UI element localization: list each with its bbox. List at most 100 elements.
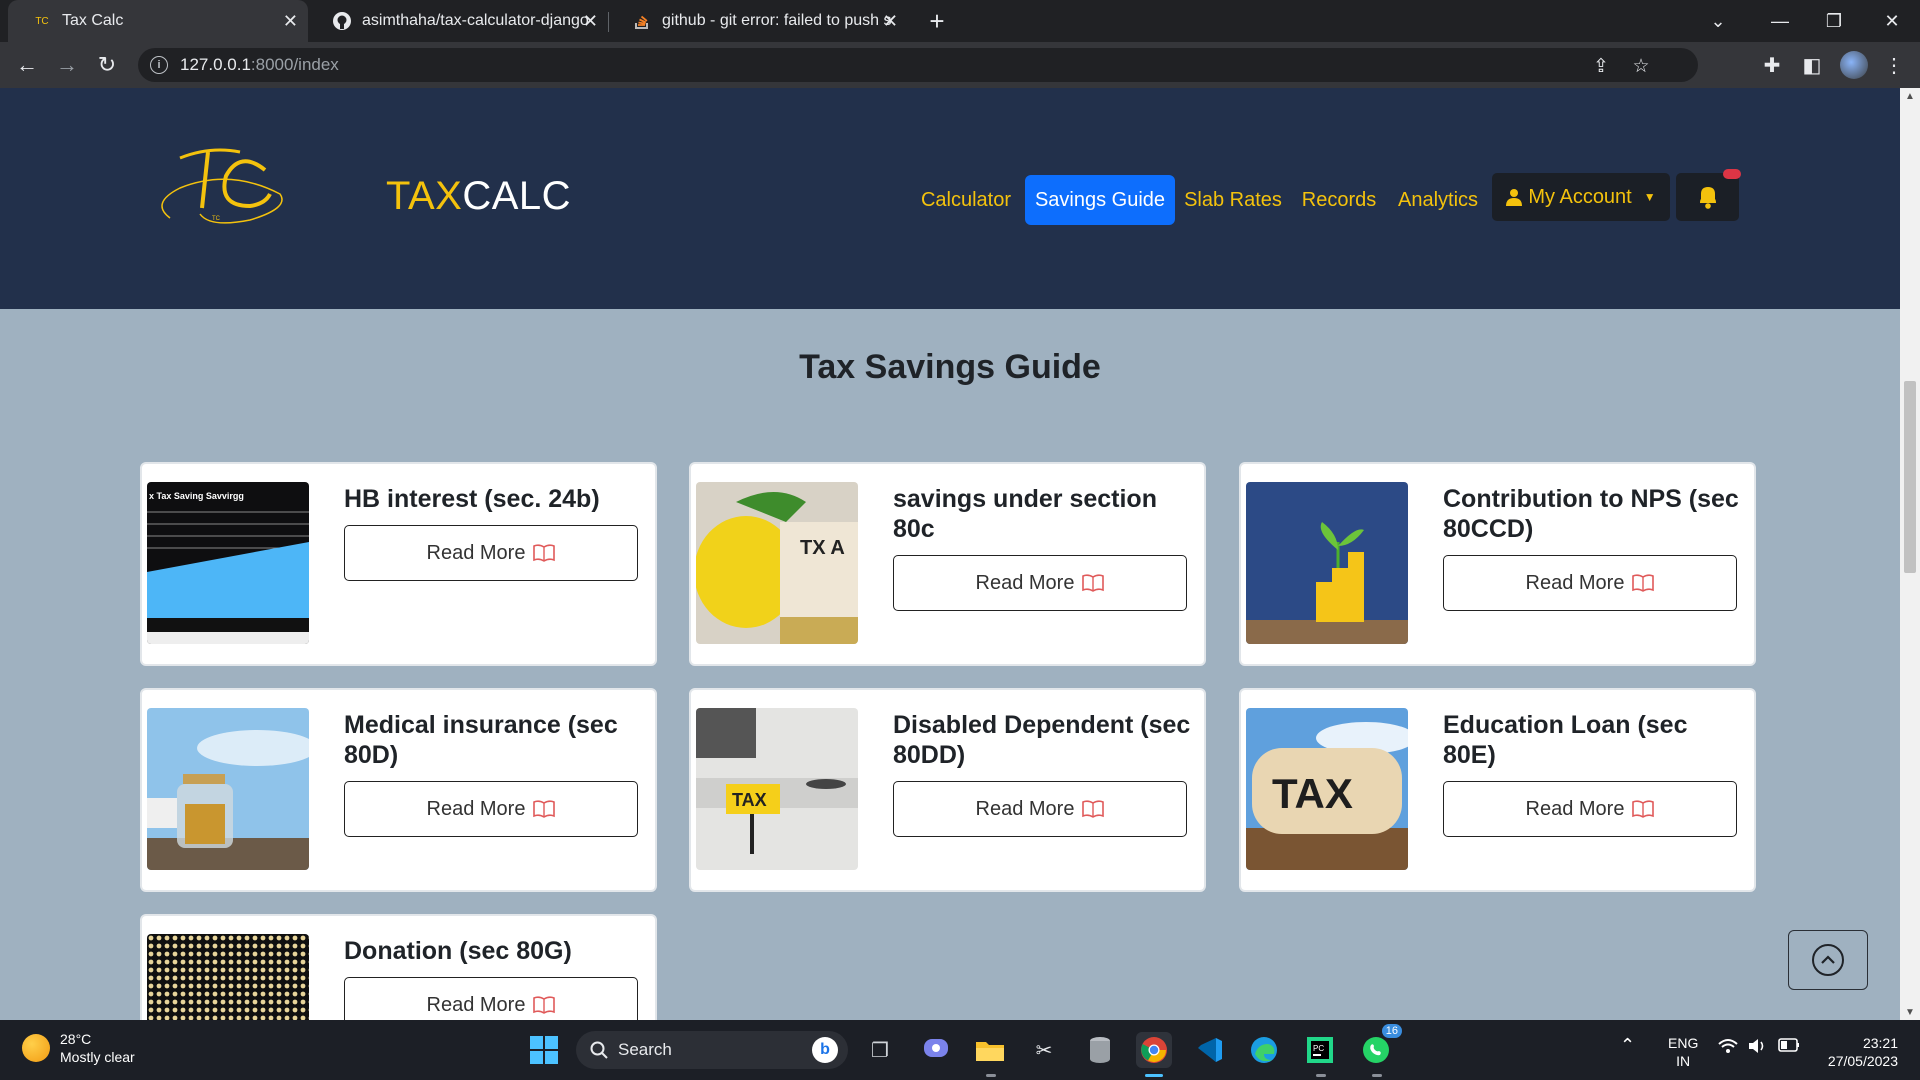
notifications-button[interactable] <box>1676 169 1741 221</box>
site-info-icon[interactable]: i <box>150 56 168 74</box>
chrome-icon[interactable] <box>1136 1032 1172 1068</box>
lemon-tax-note-image: TX A <box>696 482 858 644</box>
tax-saving-chart-image: x Tax Saving Savvirgg <box>147 482 309 644</box>
page-title: Tax Savings Guide <box>799 348 1101 386</box>
open-book-icon <box>1082 574 1105 592</box>
scroll-up-arrow-icon[interactable]: ▲ <box>1900 88 1920 104</box>
close-tab-icon[interactable]: ✕ <box>283 11 298 32</box>
svg-text:x Tax Saving Savvirgg: x Tax Saving Savvirgg <box>149 491 244 501</box>
account-label: My Account <box>1528 185 1632 208</box>
read-more-button[interactable]: Read More <box>344 977 638 1020</box>
search-icon <box>590 1041 608 1059</box>
scroll-down-arrow-icon[interactable]: ▼ <box>1900 1004 1920 1020</box>
minimize-icon[interactable]: — <box>1752 0 1808 42</box>
brand-name[interactable]: TAXCALC <box>386 174 571 219</box>
stackoverflow-icon <box>632 11 652 31</box>
svg-text:TX A: TX A <box>800 537 845 559</box>
read-more-button[interactable]: Read More <box>1443 781 1737 837</box>
card-title: HB interest (sec. 24b) <box>344 485 600 513</box>
scroll-to-top-button[interactable] <box>1788 930 1868 990</box>
profile-avatar[interactable] <box>1840 51 1868 79</box>
whatsapp-icon[interactable]: 16 <box>1358 1024 1402 1068</box>
menu-kebab-icon[interactable]: ⋮ <box>1880 51 1908 79</box>
vscode-icon[interactable] <box>1192 1032 1228 1068</box>
address-bar[interactable]: i 127.0.0.1:8000/index ⇪ ☆ <box>138 48 1698 82</box>
system-tray-icons[interactable] <box>1718 1038 1800 1054</box>
tab-title: github - git error: failed to push s <box>662 12 892 29</box>
open-book-icon <box>1632 574 1655 592</box>
bing-icon[interactable]: b <box>812 1037 838 1063</box>
page-viewport: TC TAXCALC Calculator Savings Guide Slab… <box>0 88 1900 1020</box>
reload-icon[interactable]: ↻ <box>92 50 122 80</box>
windows-taskbar: 28°C Mostly clear Search b ❐ ✂ PC 16 ⌃ E… <box>0 1020 1920 1080</box>
taskbar-search[interactable]: Search b <box>576 1031 848 1069</box>
volume-icon <box>1749 1039 1764 1053</box>
restore-icon[interactable]: ❐ <box>1806 0 1862 42</box>
new-tab-button[interactable]: + <box>922 6 952 36</box>
card-title: savings under section 80c <box>893 485 1157 543</box>
tab-strip: TC Tax Calc ✕ asimthaha/tax-calculator-d… <box>0 0 1920 42</box>
show-hidden-icons-chevron-icon[interactable]: ⌃ <box>1620 1036 1635 1054</box>
wooden-tax-block-image: TAX <box>1246 708 1408 870</box>
close-tab-icon[interactable]: ✕ <box>583 11 598 32</box>
tab-search-chevron-icon[interactable]: ⌄ <box>1690 0 1746 42</box>
read-more-button[interactable]: Read More <box>893 555 1187 611</box>
temperature: 28°C <box>60 1031 92 1047</box>
start-windows-icon[interactable] <box>526 1032 562 1068</box>
tab-github[interactable]: asimthaha/tax-calculator-django ✕ <box>308 0 608 42</box>
nav-analytics[interactable]: Analytics <box>1390 175 1486 225</box>
guide-card-medical-insurance: Medical insurance (sec 80D) Read More <box>140 688 657 892</box>
my-account-dropdown[interactable]: My Account ▼ <box>1492 173 1670 221</box>
svg-text:PC: PC <box>1313 1044 1324 1053</box>
url-text[interactable]: 127.0.0.1:8000/index <box>180 55 339 75</box>
running-indicator <box>986 1074 996 1077</box>
plant-on-bars-image <box>1246 482 1408 644</box>
scrollbar-thumb[interactable] <box>1904 381 1916 573</box>
page-scrollbar[interactable]: ▲ ▼ <box>1900 88 1920 1020</box>
weather-widget[interactable]: 28°C Mostly clear <box>22 1030 135 1066</box>
close-window-icon[interactable]: ✕ <box>1864 0 1920 42</box>
open-book-icon <box>1082 800 1105 818</box>
snipping-tool-icon[interactable]: ✂ <box>1026 1032 1062 1068</box>
back-arrow-icon[interactable]: ← <box>12 50 42 80</box>
bookmark-star-icon[interactable]: ☆ <box>1630 55 1652 77</box>
side-panel-icon[interactable]: ◧ <box>1798 51 1826 79</box>
svg-text:TAX: TAX <box>1272 770 1353 817</box>
read-more-button[interactable]: Read More <box>344 525 638 581</box>
taxcalc-logo: TC <box>161 148 283 224</box>
read-more-button[interactable]: Read More <box>893 781 1187 837</box>
tab-title: Tax Calc <box>62 12 124 29</box>
nav-records[interactable]: Records <box>1294 175 1384 225</box>
battery-icon <box>1778 1038 1799 1052</box>
database-icon[interactable] <box>1082 1032 1118 1068</box>
guide-card-donation: Donation (sec 80G) Read More <box>140 914 657 1020</box>
site-header: TC TAXCALC Calculator Savings Guide Slab… <box>0 88 1900 309</box>
file-explorer-icon[interactable] <box>972 1032 1008 1068</box>
clock[interactable]: 23:21 27/05/2023 <box>1818 1034 1898 1070</box>
coin-jar-image <box>147 708 309 870</box>
task-view-icon[interactable]: ❐ <box>862 1032 898 1068</box>
share-icon[interactable]: ⇪ <box>1590 55 1612 77</box>
close-tab-icon[interactable]: ✕ <box>883 11 898 32</box>
guide-card-hb-interest: x Tax Saving Savvirgg HB interest (sec. … <box>140 462 657 666</box>
card-title: Medical insurance (sec 80D) <box>344 711 618 769</box>
language-indicator[interactable]: ENG IN <box>1668 1034 1698 1070</box>
nav-savings-guide[interactable]: Savings Guide <box>1025 175 1175 225</box>
tab-tax-calc[interactable]: TC Tax Calc ✕ <box>8 0 308 42</box>
read-more-button[interactable]: Read More <box>344 781 638 837</box>
edge-icon[interactable] <box>1246 1032 1282 1068</box>
guide-card-nps: Contribution to NPS (sec 80CCD) Read Mor… <box>1239 462 1756 666</box>
taxcalc-favicon: TC <box>35 15 49 27</box>
forward-arrow-icon[interactable]: → <box>52 50 82 80</box>
active-indicator <box>1145 1074 1163 1077</box>
pycharm-icon[interactable]: PC <box>1302 1032 1338 1068</box>
nav-slab-rates[interactable]: Slab Rates <box>1180 175 1286 225</box>
teams-chat-icon[interactable] <box>918 1032 954 1068</box>
nav-calculator[interactable]: Calculator <box>916 175 1016 225</box>
read-more-button[interactable]: Read More <box>1443 555 1737 611</box>
coin-dots-pattern-image <box>147 934 309 1020</box>
running-indicator <box>1372 1074 1382 1077</box>
extensions-puzzle-icon[interactable]: ✚ <box>1758 51 1786 79</box>
tab-stackoverflow[interactable]: github - git error: failed to push s ✕ <box>608 0 908 42</box>
notification-badge <box>1723 169 1741 179</box>
